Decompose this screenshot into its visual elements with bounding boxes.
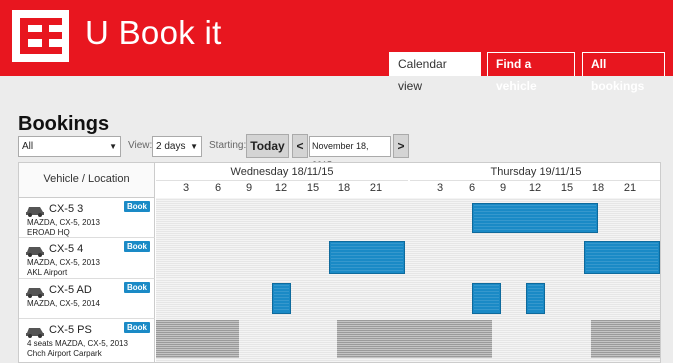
hour-label: 9 bbox=[245, 182, 253, 194]
filter-select[interactable]: All ▼ bbox=[18, 136, 121, 157]
hour-label: 3 bbox=[436, 182, 444, 194]
view-select-value: 2 days bbox=[156, 141, 186, 152]
brand-name: U Book it bbox=[85, 14, 222, 51]
booking-block[interactable] bbox=[329, 241, 405, 274]
vehicle-name: CX-5 3 bbox=[49, 203, 84, 215]
filter-select-value: All bbox=[22, 141, 34, 152]
vehicle-row: CX-5 4 Book MAZDA, CX-5, 2013 AKL Airpor… bbox=[19, 238, 155, 279]
starting-label: Starting: bbox=[209, 140, 247, 151]
vehicle-model: MAZDA, CX-5, 2013 bbox=[27, 258, 100, 267]
unavailable-block bbox=[591, 320, 660, 358]
car-icon bbox=[26, 247, 44, 257]
vehicle-model: 4 seats MAZDA, CX-5, 2013 bbox=[27, 339, 128, 348]
tab-find-a-vehicle[interactable]: Find a vehicle bbox=[487, 52, 575, 93]
vehicle-model: MAZDA, CX-5, 2014 bbox=[27, 299, 100, 308]
vehicle-name: CX-5 AD bbox=[49, 284, 92, 296]
booking-block[interactable] bbox=[272, 283, 291, 314]
vehicle-row: CX-5 3 Book MAZDA, CX-5, 2013 EROAD HQ bbox=[19, 198, 155, 238]
vehicle-description: MAZDA, CX-5, 2013 AKL Airport bbox=[27, 258, 100, 278]
hour-label: 18 bbox=[337, 182, 351, 194]
hour-label: 6 bbox=[468, 182, 476, 194]
next-date-button[interactable]: > bbox=[393, 134, 409, 158]
today-button[interactable]: Today bbox=[246, 134, 289, 158]
calendar-grid: Vehicle / Location Wednesday 18/11/15 Th… bbox=[18, 162, 661, 363]
booking-block[interactable] bbox=[526, 283, 545, 314]
vehicle-location: AKL Airport bbox=[27, 268, 68, 277]
unavailable-block bbox=[156, 320, 239, 358]
hour-label: 15 bbox=[306, 182, 320, 194]
hour-label: 21 bbox=[623, 182, 637, 194]
book-button[interactable]: Book bbox=[124, 282, 150, 293]
hour-label: 3 bbox=[182, 182, 190, 194]
app-header: U Book it Calendar view Find a vehicle A… bbox=[0, 0, 673, 93]
car-icon bbox=[26, 328, 44, 338]
vehicle-description: MAZDA, CX-5, 2014 bbox=[27, 299, 100, 309]
vehicle-location: EROAD HQ bbox=[27, 228, 70, 237]
chevron-down-icon: ▼ bbox=[109, 142, 117, 151]
book-button[interactable]: Book bbox=[124, 322, 150, 333]
start-date-input[interactable]: November 18, 2015 bbox=[309, 136, 391, 170]
ubookit-logo-icon[interactable] bbox=[12, 10, 69, 62]
vehicle-row: CX-5 AD Book MAZDA, CX-5, 2014 bbox=[19, 279, 155, 319]
vehicle-description: 4 seats MAZDA, CX-5, 2013 Chch Airport C… bbox=[27, 339, 128, 359]
hour-label: 12 bbox=[274, 182, 288, 194]
car-icon bbox=[26, 288, 44, 298]
vehicle-description: MAZDA, CX-5, 2013 EROAD HQ bbox=[27, 218, 100, 238]
unavailable-block bbox=[337, 320, 492, 358]
vehicle-name: CX-5 4 bbox=[49, 243, 84, 255]
hour-label: 6 bbox=[214, 182, 222, 194]
tab-all-bookings[interactable]: All bookings bbox=[582, 52, 665, 93]
tab-calendar-view[interactable]: Calendar view bbox=[389, 52, 481, 93]
hour-label: 9 bbox=[499, 182, 507, 194]
booking-block[interactable] bbox=[472, 283, 501, 314]
day-header: Thursday 19/11/15 bbox=[410, 163, 660, 181]
hour-label: 15 bbox=[560, 182, 574, 194]
hour-label: 12 bbox=[528, 182, 542, 194]
page-title: Bookings bbox=[18, 113, 110, 135]
car-icon bbox=[26, 207, 44, 217]
book-button[interactable]: Book bbox=[124, 241, 150, 252]
view-label: View: bbox=[128, 140, 153, 151]
prev-date-button[interactable]: < bbox=[292, 134, 308, 158]
vehicle-name: CX-5 PS bbox=[49, 324, 92, 336]
vehicle-location-header: Vehicle / Location bbox=[19, 163, 155, 198]
booking-block[interactable] bbox=[472, 203, 598, 233]
hour-label: 21 bbox=[369, 182, 383, 194]
row-background bbox=[156, 279, 660, 319]
booking-block[interactable] bbox=[584, 241, 660, 274]
book-button[interactable]: Book bbox=[124, 201, 150, 212]
chevron-down-icon: ▼ bbox=[190, 142, 198, 151]
vehicle-location: Chch Airport Carpark bbox=[27, 349, 102, 358]
hour-label: 18 bbox=[591, 182, 605, 194]
day-header: Wednesday 18/11/15 bbox=[156, 163, 408, 181]
vehicle-model: MAZDA, CX-5, 2013 bbox=[27, 218, 100, 227]
view-select[interactable]: 2 days ▼ bbox=[152, 136, 202, 157]
vehicle-row: CX-5 PS Book 4 seats MAZDA, CX-5, 2013 C… bbox=[19, 319, 155, 362]
